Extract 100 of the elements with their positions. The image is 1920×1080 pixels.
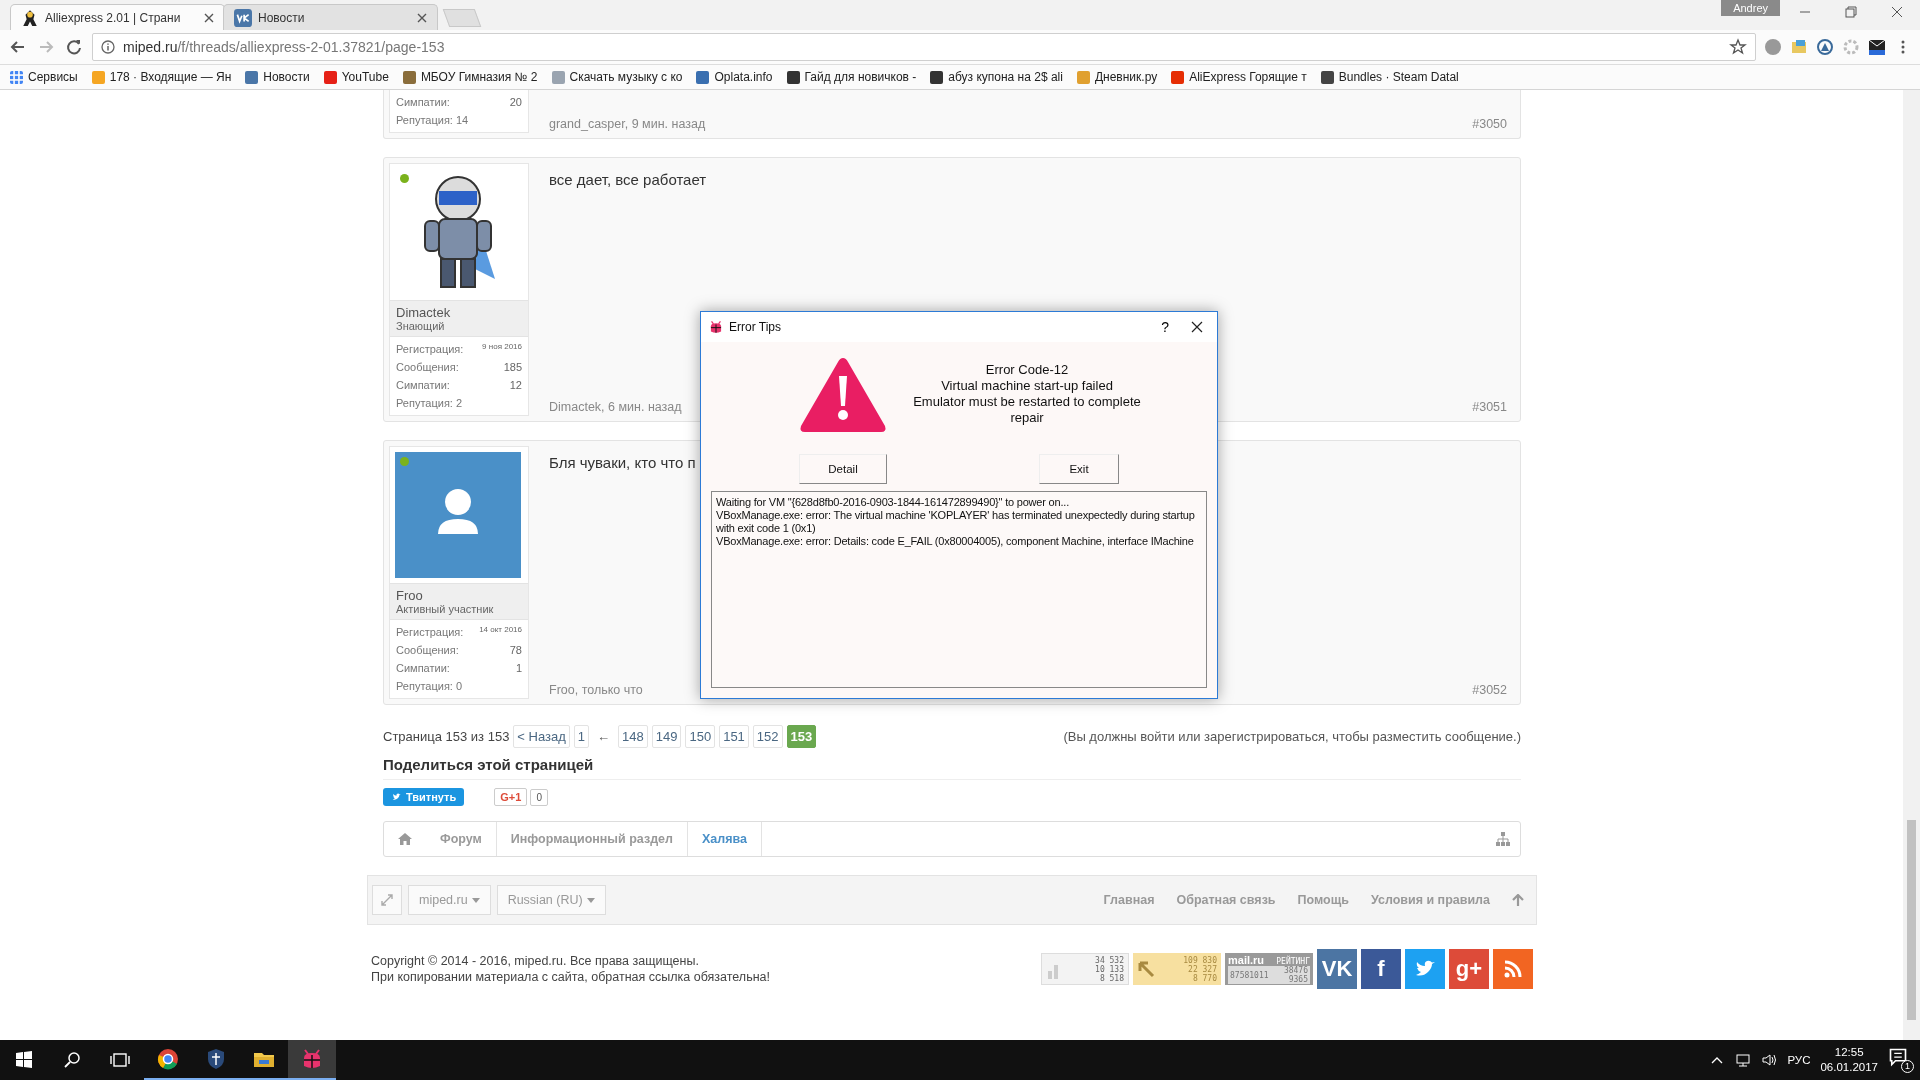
counter-tag: РЕЙТИНГ bbox=[1276, 957, 1310, 966]
username[interactable]: Froo bbox=[396, 588, 522, 603]
google-plus-button[interactable]: g+ bbox=[1449, 949, 1489, 989]
visit-counter[interactable]: 34 532 10 133 8 518 bbox=[1041, 953, 1129, 985]
prev-page-link[interactable]: < Назад bbox=[513, 725, 570, 748]
bookmark[interactable]: Дневник.ру bbox=[1076, 70, 1158, 84]
taskbar-app[interactable] bbox=[288, 1040, 336, 1080]
stat-value: 14 окт 2016 bbox=[479, 625, 522, 634]
rss-button[interactable] bbox=[1493, 949, 1533, 989]
tweet-button[interactable]: Твитнуть bbox=[383, 788, 465, 806]
page-link[interactable]: 148 bbox=[618, 725, 648, 748]
rating-counter[interactable]: mail.ru РЕЙТИНГ 87581011 38476 9365 bbox=[1225, 953, 1313, 985]
counter-value: 8 518 bbox=[1099, 973, 1124, 983]
bookmark[interactable]: абуз купона на 2$ ali bbox=[930, 70, 1063, 84]
counter-value: 109 830 bbox=[1183, 955, 1217, 965]
breadcrumb-link[interactable]: Халява bbox=[688, 822, 762, 856]
clock[interactable]: 12:55 06.01.2017 bbox=[1820, 1045, 1878, 1075]
post-number[interactable]: #3050 bbox=[1472, 117, 1507, 131]
app-icon bbox=[301, 1048, 323, 1070]
counter-value: 34 532 bbox=[1095, 955, 1124, 965]
profile-name[interactable]: Andrey bbox=[1721, 0, 1780, 16]
dialog-title: Error Tips bbox=[729, 320, 782, 334]
page-link[interactable]: 149 bbox=[651, 725, 682, 748]
bookmark[interactable]: AliExpress Горящие т bbox=[1171, 70, 1307, 84]
stat-value: 12 bbox=[509, 379, 522, 391]
page-link[interactable]: 150 bbox=[685, 725, 716, 748]
network-icon[interactable] bbox=[1735, 1052, 1752, 1068]
stat-label: Регистрация: bbox=[396, 343, 464, 355]
figure-icon bbox=[21, 8, 39, 27]
dialog-button[interactable]: Detail bbox=[799, 454, 887, 484]
stat-value: 9 ноя 2016 bbox=[482, 342, 522, 351]
arrow-icon bbox=[1137, 960, 1155, 978]
expand-icon bbox=[381, 894, 393, 906]
stat-value: 185 bbox=[503, 361, 522, 373]
bookmark[interactable]: 178 · Входящие — Ян bbox=[91, 70, 232, 84]
close-icon[interactable] bbox=[417, 12, 427, 23]
bookmark[interactable]: Новости bbox=[245, 70, 310, 84]
counter-value: 38476 bbox=[1283, 966, 1308, 975]
counter-value: 9365 bbox=[1288, 975, 1308, 984]
username[interactable]: Dimactek bbox=[396, 305, 522, 320]
caret-icon bbox=[586, 897, 595, 903]
copyright-text: Copyright © 2014 - 2016, miped.ru. Все права защищены. bbox=[371, 953, 700, 969]
bookmark[interactable]: Bundles · Steam Datal bbox=[1320, 70, 1459, 84]
error-log: Waiting for VM "{628d8fb0-2016-0903-1844-161472899490}" to power on... VBoxManage.exe: error: The virtual machine 'KOPLAYER' has terminated unexpectedly during startup with exit code 1 (0x1) VBoxManage.exe: error: Details: code E_FAIL (0x80004005), component Machine, interface IMachine bbox=[711, 491, 1207, 688]
extension-icon[interactable] bbox=[1790, 38, 1808, 56]
vk-button[interactable]: VK bbox=[1317, 949, 1357, 989]
scrollbar[interactable] bbox=[1903, 90, 1920, 1041]
close-icon[interactable] bbox=[204, 12, 214, 23]
extension-icon[interactable] bbox=[1816, 38, 1834, 56]
post-meta[interactable]: Froo, только что bbox=[549, 683, 643, 697]
stat-label: Симпатии: bbox=[396, 379, 450, 391]
stat-value: 1 bbox=[515, 662, 522, 674]
bookmark[interactable]: Скачать музыку с ко bbox=[551, 70, 683, 84]
stat-label: Регистрация: bbox=[396, 626, 464, 638]
post-message: все дает, все работает bbox=[549, 171, 707, 188]
home-icon[interactable] bbox=[398, 833, 412, 845]
help-button[interactable]: ? bbox=[1151, 319, 1179, 335]
bookmark[interactable]: Гайд для новичков - bbox=[786, 70, 917, 84]
stat-value: 78 bbox=[509, 644, 522, 656]
dialog-button[interactable]: Exit bbox=[1039, 454, 1119, 484]
user-rank: Активный участник bbox=[396, 603, 495, 615]
reload-icon[interactable] bbox=[64, 37, 84, 57]
twitter-button[interactable] bbox=[1405, 949, 1445, 989]
notifications-button[interactable]: 1 bbox=[1888, 1047, 1914, 1073]
bookmark[interactable]: МБОУ Гимназия № 2 bbox=[402, 70, 538, 84]
info-icon[interactable] bbox=[101, 40, 115, 54]
bug-icon bbox=[709, 320, 723, 334]
star-icon[interactable] bbox=[1729, 38, 1747, 56]
share-count: 0 bbox=[530, 788, 548, 806]
post-number[interactable]: #3051 bbox=[1472, 400, 1507, 414]
sitemap-icon[interactable] bbox=[1496, 832, 1510, 846]
address-bar[interactable]: miped.ru/f/threads/alliexpress-2-01.37821/page-153 bbox=[92, 33, 1756, 61]
stat-value: 20 bbox=[509, 96, 522, 108]
page-link[interactable]: 1 bbox=[573, 725, 590, 748]
counter-value: 87581011 bbox=[1230, 970, 1269, 980]
post-message: Бля чуваки, кто что п bbox=[549, 454, 696, 471]
page-link[interactable]: 151 bbox=[719, 725, 749, 748]
url-text: miped.ru/f/threads/alliexpress-2-01.37821/page-153 bbox=[123, 39, 446, 55]
bookmark[interactable]: Сервисы bbox=[10, 70, 78, 84]
message-icon bbox=[1888, 1047, 1908, 1067]
stat-label: Репутация: 2 bbox=[396, 397, 463, 409]
page-link[interactable]: 152 bbox=[752, 725, 783, 748]
bookmark[interactable]: Oplata.info bbox=[696, 70, 773, 84]
post-number[interactable]: #3052 bbox=[1472, 683, 1507, 697]
counter-brand: mail.ru bbox=[1228, 954, 1265, 966]
post-meta[interactable]: Dimactek, 6 мин. назад bbox=[549, 400, 682, 414]
bookmark[interactable]: YouTube bbox=[323, 70, 389, 84]
mail-icon[interactable] bbox=[1868, 38, 1886, 56]
counter-value: 8 770 bbox=[1192, 973, 1217, 983]
browser-tab[interactable]: Alliexpress 2.01 | Страни bbox=[10, 4, 225, 30]
post-meta[interactable]: grand_casper, 9 мин. назад bbox=[549, 117, 706, 131]
browser-tab[interactable]: Новости bbox=[223, 4, 438, 30]
volume-icon[interactable] bbox=[1761, 1052, 1778, 1068]
google-plus-button[interactable]: G+1 bbox=[494, 788, 528, 806]
up-arrow-icon[interactable] bbox=[1512, 894, 1524, 906]
copyright-text: При копировании материала с сайта, обратная ссылка обязательна! bbox=[371, 969, 770, 985]
facebook-button[interactable]: f bbox=[1361, 949, 1401, 989]
page-summary: Страница 153 из 153 bbox=[383, 729, 510, 744]
language-indicator[interactable]: РУС bbox=[1787, 1054, 1811, 1066]
windows-icon bbox=[13, 1049, 35, 1071]
